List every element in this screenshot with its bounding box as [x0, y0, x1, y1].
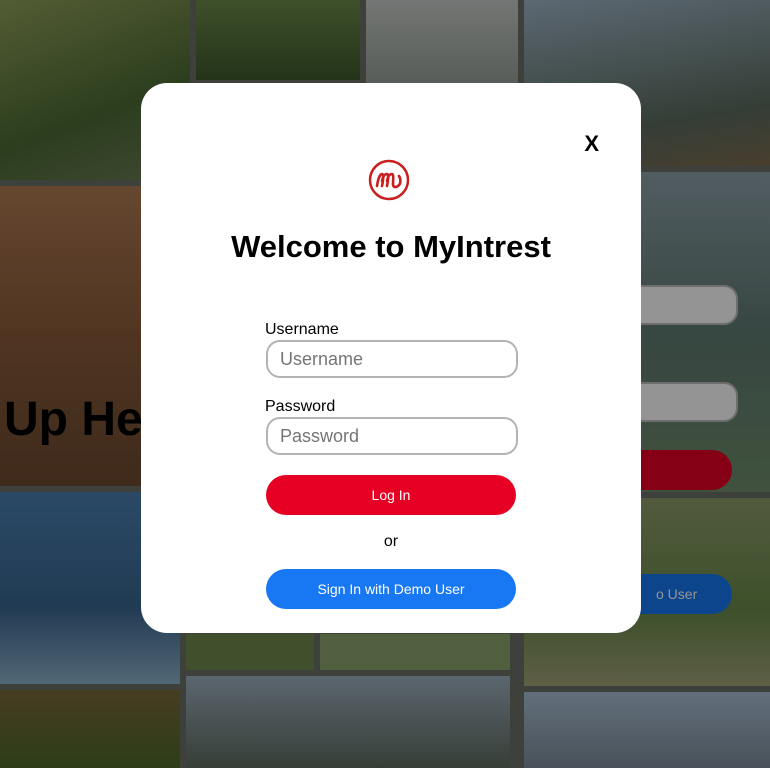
username-input[interactable]	[266, 340, 518, 378]
close-button[interactable]: X	[584, 131, 599, 157]
or-divider-text: or	[383, 533, 399, 550]
username-label: Username	[265, 321, 339, 338]
login-modal: X Welcome to MyIntrest Username Password…	[141, 83, 641, 633]
password-input[interactable]	[266, 417, 518, 455]
myintrest-logo-icon	[368, 159, 410, 201]
demo-user-button[interactable]: Sign In with Demo User	[266, 569, 516, 609]
page-stage: Up He o User X Welcome to MyIntrest User…	[0, 0, 770, 768]
modal-title: Welcome to MyIntrest	[231, 229, 551, 264]
login-button[interactable]: Log In	[266, 475, 516, 515]
password-label: Password	[265, 398, 336, 415]
